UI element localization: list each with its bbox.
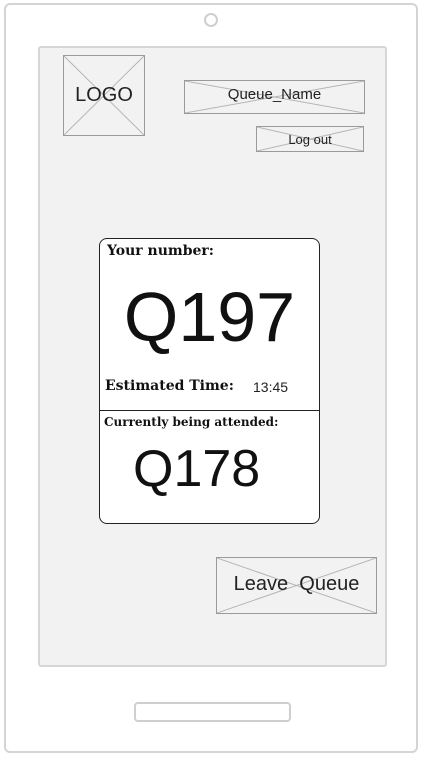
camera-icon (204, 13, 218, 27)
ticket-card: Your number: Q197 Estimated Time: 13:45 … (99, 238, 320, 524)
queue-name-label: Queue_Name (227, 86, 322, 103)
card-divider (100, 410, 319, 411)
logo-label: LOGO (75, 84, 133, 106)
logout-button[interactable]: Log out (256, 126, 364, 152)
queue-name-field: Queue_Name (184, 80, 365, 114)
leave-queue-label: Leave Queue (233, 573, 360, 595)
currently-attended-label: Currently being attended: (104, 415, 279, 429)
currently-attended-number: Q178 (133, 440, 261, 498)
leave-queue-button[interactable]: Leave Queue (216, 557, 377, 614)
home-button[interactable] (134, 702, 291, 722)
estimated-time-label: Estimated Time: (105, 378, 234, 394)
logo-placeholder: LOGO (63, 55, 145, 136)
estimated-time-value: 13:45 (253, 379, 289, 395)
your-number-label: Your number: (107, 243, 214, 259)
your-ticket-number: Q197 (123, 278, 296, 356)
logout-label: Log out (288, 131, 332, 147)
